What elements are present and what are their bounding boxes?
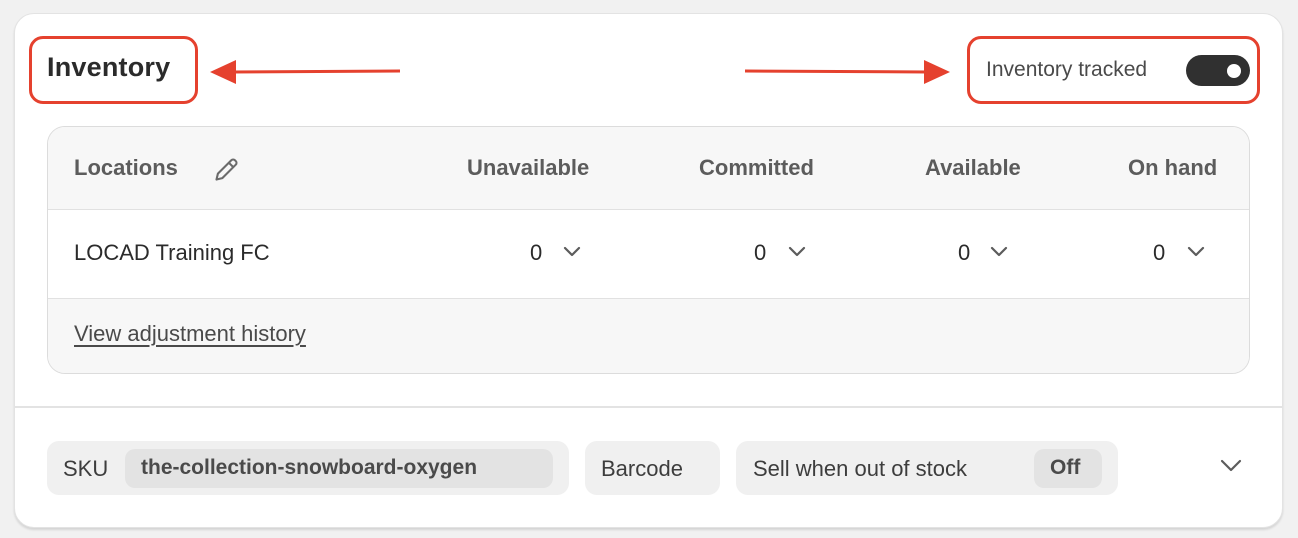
chevron-down-icon[interactable] xyxy=(563,246,581,258)
chevron-down-icon[interactable] xyxy=(788,246,806,258)
unavailable-value[interactable]: 0 xyxy=(530,240,542,266)
toggle-knob xyxy=(1227,64,1241,78)
table-row: LOCAD Training FC 0 0 0 0 xyxy=(48,210,1249,299)
inventory-title: Inventory xyxy=(47,52,171,82)
section-divider xyxy=(15,406,1282,408)
sku-chip[interactable]: SKU the-collection-snowboard-oxygen xyxy=(47,441,569,495)
header-on-hand: On hand xyxy=(1128,155,1218,180)
annotation-arrow-left-icon xyxy=(210,60,401,84)
location-name: LOCAD Training FC xyxy=(74,240,270,265)
table-footer: View adjustment history xyxy=(48,299,1249,373)
sell-oos-value: Off xyxy=(1050,456,1081,479)
chevron-down-icon[interactable] xyxy=(990,246,1008,258)
view-adjustment-history-link[interactable]: View adjustment history xyxy=(74,321,306,347)
header-committed: Committed xyxy=(699,155,814,180)
header-unavailable: Unavailable xyxy=(467,155,590,180)
pencil-icon[interactable] xyxy=(213,155,241,183)
sell-oos-value-pill: Off xyxy=(1034,449,1102,488)
expand-chevron-down-icon[interactable] xyxy=(1220,458,1242,474)
chevron-down-icon[interactable] xyxy=(1187,246,1205,258)
sku-value: the-collection-snowboard-oxygen xyxy=(141,456,478,479)
header-locations: Locations xyxy=(74,155,178,180)
on-hand-value[interactable]: 0 xyxy=(1153,240,1165,266)
barcode-chip[interactable]: Barcode xyxy=(585,441,720,495)
inventory-tracked-label: Inventory tracked xyxy=(986,58,1148,81)
inventory-table: Locations Unavailable Committed Availabl… xyxy=(47,126,1250,374)
inventory-tracked-toggle[interactable] xyxy=(1186,55,1250,86)
committed-value[interactable]: 0 xyxy=(754,240,766,266)
annotation-arrow-right-icon xyxy=(745,60,950,84)
sell-when-out-of-stock-chip[interactable]: Sell when out of stock Off xyxy=(736,441,1118,495)
sku-value-pill: the-collection-snowboard-oxygen xyxy=(125,449,553,488)
available-value[interactable]: 0 xyxy=(958,240,970,266)
barcode-label: Barcode xyxy=(601,456,683,481)
sku-label: SKU xyxy=(63,456,109,481)
table-header: Locations Unavailable Committed Availabl… xyxy=(48,127,1249,210)
header-available: Available xyxy=(925,155,1021,180)
sell-oos-label: Sell when out of stock xyxy=(753,456,968,481)
